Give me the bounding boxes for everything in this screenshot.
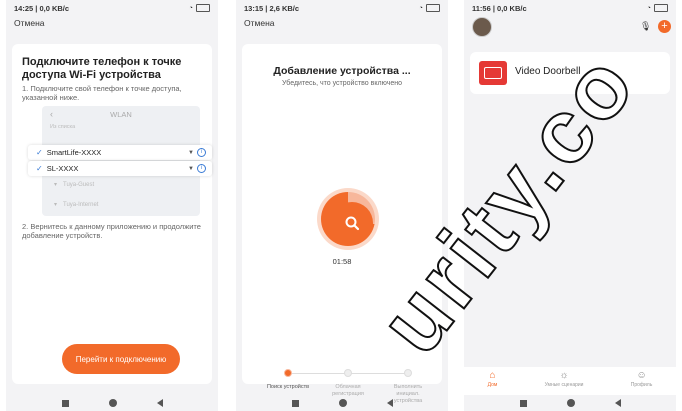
screen-adding-device: 13:15 | 2,6 KB/c ◔ Отмена Добавление уст… bbox=[236, 0, 448, 411]
page-title: Подключите телефон к точке доступа Wi-Fi… bbox=[22, 56, 182, 81]
battery-icon bbox=[196, 4, 210, 12]
step-dot bbox=[404, 369, 412, 377]
page-title: Добавление устройства ... bbox=[273, 65, 411, 77]
wlan-subtitle: Из списка bbox=[50, 124, 76, 130]
add-device-icon[interactable]: + bbox=[658, 20, 671, 33]
network-item-sl[interactable]: ✓ SL-XXXX ▼ i bbox=[28, 161, 212, 176]
screen-home: 11:56 | 0,0 KB/c ◔ 🎙 + Video Doorbell ⌂ Д… bbox=[464, 0, 676, 411]
tab-label: Дом bbox=[487, 382, 498, 388]
wlan-title: WLAN bbox=[110, 109, 132, 119]
progress-card: Добавление устройства ... Убедитесь, что… bbox=[242, 44, 442, 404]
tab-label: Умные сценарии bbox=[544, 382, 584, 388]
back-nav-icon[interactable] bbox=[386, 399, 393, 407]
search-icon bbox=[331, 202, 373, 244]
back-nav-icon[interactable] bbox=[156, 399, 163, 407]
tab-label: Профиль bbox=[630, 382, 653, 388]
doorbell-icon bbox=[479, 61, 507, 85]
wifi-signal-icon: ▼ bbox=[188, 149, 194, 156]
info-icon[interactable]: i bbox=[197, 164, 206, 173]
tab-profile[interactable]: ☺ Профиль bbox=[631, 370, 653, 388]
step-label-search: Поиск устройств bbox=[266, 384, 310, 390]
device-name: Video Doorbell bbox=[515, 66, 581, 77]
network-item-faded: ▾ Tuya-Guest bbox=[54, 181, 95, 189]
bottom-tab-bar: ⌂ Дом ☼ Умные сценарии ☺ Профиль bbox=[464, 367, 676, 395]
recents-icon[interactable] bbox=[291, 399, 299, 407]
profile-icon: ☺ bbox=[636, 370, 647, 381]
wlan-header: ‹ WLAN bbox=[42, 106, 200, 122]
system-nav-bar bbox=[236, 395, 448, 411]
back-arrow-icon: ‹ bbox=[50, 109, 53, 119]
system-nav-bar bbox=[464, 395, 676, 411]
status-bar: 11:56 | 0,0 KB/c ◔ bbox=[464, 0, 676, 16]
step-one-text: 1. Подключите свой телефон к точке досту… bbox=[22, 84, 182, 102]
wifi-icon: ◔ bbox=[188, 4, 193, 12]
wifi-signal-icon: ▼ bbox=[188, 165, 194, 172]
check-icon: ✓ bbox=[36, 164, 43, 173]
cancel-button[interactable]: Отмена bbox=[6, 16, 218, 34]
check-icon: ✓ bbox=[36, 148, 43, 157]
status-bar: 14:25 | 0,0 KB/c ◔ bbox=[6, 0, 218, 16]
home-nav-icon[interactable] bbox=[108, 399, 117, 407]
network-name: Tuya-Guest bbox=[63, 181, 95, 188]
recents-icon[interactable] bbox=[519, 399, 527, 407]
wifi-icon: ◔ bbox=[418, 4, 423, 12]
recents-icon[interactable] bbox=[61, 399, 69, 407]
battery-icon bbox=[654, 4, 668, 12]
system-nav-bar bbox=[6, 395, 218, 411]
step-dot bbox=[344, 369, 352, 377]
status-time: 11:56 | 0,0 KB/c bbox=[472, 3, 527, 13]
tab-scenes[interactable]: ☼ Умные сценарии bbox=[545, 370, 584, 388]
avatar[interactable] bbox=[472, 17, 492, 37]
status-icons: ◔ bbox=[647, 4, 668, 12]
wifi-signal-icon: ▾ bbox=[54, 182, 58, 188]
home-nav-icon[interactable] bbox=[338, 399, 347, 407]
step-two-text: 2. Вернитесь к данному приложению и прод… bbox=[22, 222, 201, 240]
go-to-connect-button[interactable]: Перейти к подключению bbox=[62, 344, 180, 374]
status-time: 13:15 | 2,6 KB/c bbox=[244, 3, 300, 13]
wifi-signal-icon: ▾ bbox=[54, 202, 58, 208]
device-card[interactable]: Video Doorbell bbox=[470, 52, 670, 94]
battery-icon bbox=[426, 4, 440, 12]
progress-ring bbox=[321, 192, 375, 246]
status-bar: 13:15 | 2,6 KB/c ◔ bbox=[236, 0, 448, 16]
tab-home[interactable]: ⌂ Дом bbox=[488, 370, 498, 388]
page-subtitle: Убедитесь, что устройство включено bbox=[282, 80, 402, 87]
sun-icon: ☼ bbox=[559, 370, 569, 381]
info-icon[interactable]: i bbox=[197, 148, 206, 157]
status-time: 14:25 | 0,0 KB/c bbox=[14, 3, 70, 13]
home-nav-icon[interactable] bbox=[566, 399, 575, 407]
network-name: SmartLife-XXXX bbox=[46, 148, 102, 157]
network-item-smartlife[interactable]: ✓ SmartLife-XXXX ▼ i bbox=[28, 145, 212, 160]
back-nav-icon[interactable] bbox=[614, 399, 621, 407]
status-icons: ◔ bbox=[419, 4, 440, 12]
step-dot-active bbox=[284, 369, 292, 377]
cancel-button[interactable]: Отмена bbox=[236, 16, 448, 34]
countdown-timer: 01:58 bbox=[332, 257, 352, 266]
network-name: Tuya-Internet bbox=[63, 201, 99, 208]
microphone-icon[interactable]: 🎙 bbox=[640, 21, 651, 32]
wifi-icon: ◔ bbox=[646, 4, 651, 12]
instructions-card: Подключите телефон к точке доступа Wi-Fi… bbox=[12, 44, 212, 384]
screen-connect-wifi: 14:25 | 0,0 KB/c ◔ Отмена Подключите тел… bbox=[6, 0, 218, 411]
network-item-faded: ▾ Tuya-Internet bbox=[54, 201, 99, 209]
status-icons: ◔ bbox=[189, 4, 210, 12]
search-progress bbox=[317, 188, 379, 250]
house-icon: ⌂ bbox=[489, 370, 496, 381]
network-name: SL-XXXX bbox=[46, 164, 79, 173]
